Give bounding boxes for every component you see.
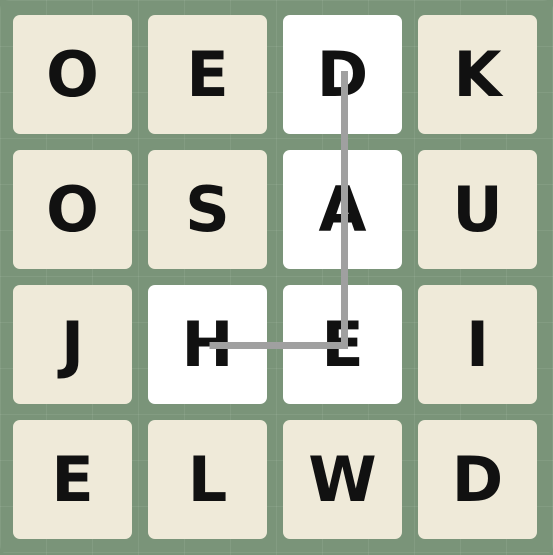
word-game-board: O E D K O S A U J H E I E L W D: [0, 0, 553, 555]
tile-letter: D: [316, 37, 369, 111]
tile-r2-c1[interactable]: H: [148, 285, 267, 404]
tile-r3-c1[interactable]: L: [148, 420, 267, 539]
letter-grid: O E D K O S A U J H E I E L W D: [13, 15, 537, 539]
tile-r0-c0[interactable]: O: [13, 15, 132, 134]
tile-letter: E: [321, 307, 364, 381]
tile-letter: U: [452, 172, 503, 246]
tile-letter: A: [318, 172, 367, 246]
tile-r1-c0[interactable]: O: [13, 150, 132, 269]
tile-r1-c3[interactable]: U: [418, 150, 537, 269]
tile-r0-c3[interactable]: K: [418, 15, 537, 134]
tile-letter: O: [46, 37, 99, 111]
tile-r1-c1[interactable]: S: [148, 150, 267, 269]
tile-letter: D: [451, 442, 504, 516]
tile-letter: J: [60, 307, 85, 381]
tile-letter: L: [187, 442, 228, 516]
tile-r3-c3[interactable]: D: [418, 420, 537, 539]
tile-letter: S: [185, 172, 230, 246]
tile-letter: W: [308, 442, 377, 516]
tile-r2-c2[interactable]: E: [283, 285, 402, 404]
tile-r0-c2[interactable]: D: [283, 15, 402, 134]
tile-letter: H: [181, 307, 234, 381]
tile-r1-c2[interactable]: A: [283, 150, 402, 269]
tile-r2-c3[interactable]: I: [418, 285, 537, 404]
tile-r3-c2[interactable]: W: [283, 420, 402, 539]
tile-r3-c0[interactable]: E: [13, 420, 132, 539]
tile-letter: O: [46, 172, 99, 246]
tile-r2-c0[interactable]: J: [13, 285, 132, 404]
tile-letter: I: [465, 307, 490, 381]
tile-letter: E: [51, 442, 94, 516]
tile-letter: E: [186, 37, 229, 111]
tile-r0-c1[interactable]: E: [148, 15, 267, 134]
tile-letter: K: [453, 37, 502, 111]
